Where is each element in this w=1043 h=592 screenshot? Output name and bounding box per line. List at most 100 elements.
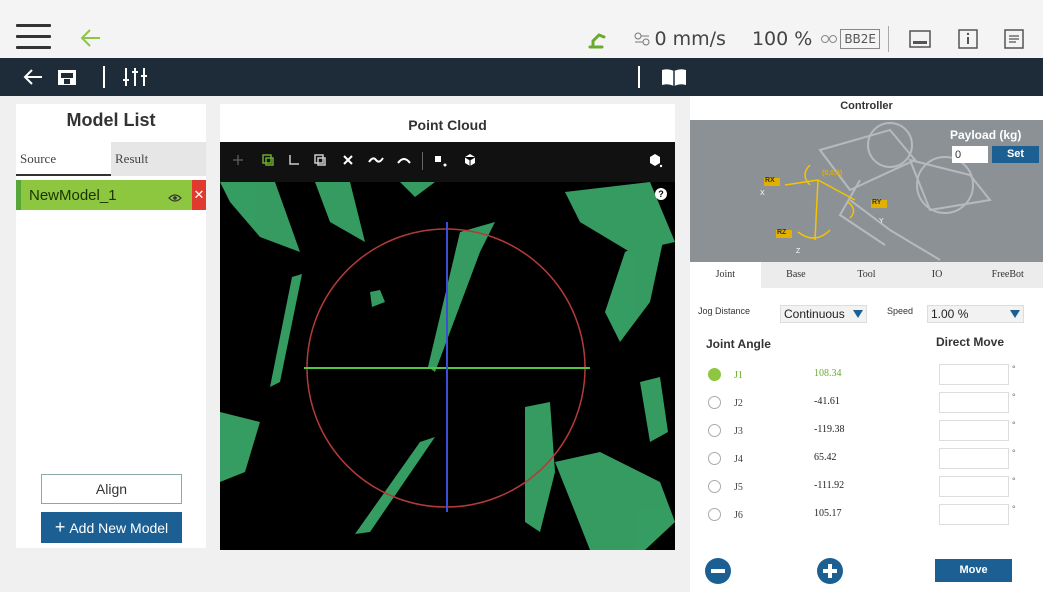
joint-row: J4 65.42 ° <box>690 444 1043 472</box>
cube-icon[interactable] <box>460 150 480 170</box>
controller-id-badge: BB2E <box>840 29 880 49</box>
select-tool-icon[interactable] <box>228 150 248 170</box>
ry-label: RY <box>872 199 882 206</box>
help-icon[interactable]: ? <box>655 188 667 200</box>
tab-tool[interactable]: Tool <box>831 262 902 288</box>
joint-row: J2 -41.61 ° <box>690 388 1043 416</box>
tab-joint[interactable]: Joint <box>690 262 761 288</box>
eye-icon[interactable] <box>168 190 182 202</box>
back-arrow-icon[interactable] <box>78 26 104 50</box>
point-cloud-scene <box>220 182 675 550</box>
joint-radio[interactable] <box>708 368 721 381</box>
joint-radio[interactable] <box>708 396 721 409</box>
view-menu-icon[interactable] <box>645 150 665 170</box>
jog-distance-label: Jog Distance <box>698 306 751 316</box>
add-new-model-label: Add New Model <box>69 519 169 536</box>
set-payload-button[interactable]: Set <box>992 146 1039 163</box>
tab-source[interactable]: Source <box>16 142 111 176</box>
model-list-panel: Model List Source Result NewModel_1 ✕ Al… <box>16 104 206 548</box>
log-icon[interactable] <box>1001 29 1027 49</box>
direct-move-input[interactable] <box>939 476 1009 497</box>
joint-value: -119.38 <box>814 424 845 435</box>
crop-green-icon[interactable] <box>258 150 278 170</box>
joint-value: -111.92 <box>814 480 845 491</box>
link-icon <box>818 33 840 45</box>
crop-icon[interactable] <box>284 150 304 170</box>
plus-icon: + <box>54 517 66 537</box>
smooth-icon[interactable] <box>366 150 386 170</box>
joint-radio[interactable] <box>708 424 721 437</box>
robot-arm-icon <box>583 29 613 49</box>
joint-radio[interactable] <box>708 508 721 521</box>
dropdown-arrow-icon <box>853 310 863 318</box>
direct-move-input[interactable] <box>939 392 1009 413</box>
payload-input[interactable] <box>952 146 988 163</box>
jog-distance-select[interactable]: Continuous <box>780 305 867 323</box>
joint-name: J1 <box>734 370 743 381</box>
joint-radio[interactable] <box>708 452 721 465</box>
speed-label: Speed <box>887 306 914 316</box>
degree-label: ° <box>1012 392 1016 402</box>
direct-move-input[interactable] <box>939 504 1009 525</box>
tab-result[interactable]: Result <box>111 142 206 176</box>
joint-row: J5 -111.92 ° <box>690 472 1043 500</box>
keyboard-icon[interactable] <box>905 30 935 48</box>
copy-icon[interactable] <box>310 150 330 170</box>
y-axis-label: Y <box>879 218 884 225</box>
joint-name: J2 <box>734 398 743 409</box>
joint-name: J4 <box>734 454 743 465</box>
add-new-model-button[interactable]: + Add New Model <box>41 512 182 543</box>
direct-move-input[interactable] <box>939 420 1009 441</box>
info-icon[interactable] <box>955 29 981 49</box>
payload-label: Payload (kg) <box>950 128 1022 142</box>
robot-tcp-view: RX RY RZ X Y Z (0,0,0) Payload (kg) Set <box>690 120 1043 262</box>
tab-base[interactable]: Base <box>761 262 832 288</box>
curve-icon[interactable] <box>394 150 414 170</box>
joint-name: J5 <box>734 482 743 493</box>
rx-label: RX <box>765 177 775 184</box>
top-status-bar: 0 mm/s 100 % BB2E <box>0 0 1043 58</box>
tab-freebot[interactable]: FreeBot <box>972 262 1043 288</box>
joint-angle-heading: Joint Angle <box>706 337 771 351</box>
degree-label: ° <box>1012 476 1016 486</box>
point-size-icon[interactable] <box>430 150 450 170</box>
controller-panel: Controller RX RY RZ X Y Z (0,0,0) Payloa… <box>690 96 1043 592</box>
speed-percentage: 100 % <box>751 28 813 50</box>
joint-radio[interactable] <box>708 480 721 493</box>
point-cloud-viewport[interactable]: ? <box>220 182 675 550</box>
save-project-icon[interactable] <box>54 63 80 91</box>
plus-button[interactable] <box>817 558 843 584</box>
degree-label: ° <box>1012 364 1016 374</box>
speed-icon <box>631 31 655 47</box>
degree-label: ° <box>1012 420 1016 430</box>
delete-points-icon[interactable] <box>338 150 358 170</box>
minus-button[interactable] <box>705 558 731 584</box>
model-tabs: Source Result <box>16 142 206 176</box>
model-list-item[interactable]: NewModel_1 ✕ <box>16 180 206 210</box>
origin-label: (0,0,0) <box>822 170 843 177</box>
joint-value: 105.17 <box>814 508 842 519</box>
dropdown-arrow-icon <box>1010 310 1020 318</box>
book-icon[interactable] <box>658 63 690 91</box>
align-button[interactable]: Align <box>41 474 182 504</box>
back-icon[interactable] <box>20 63 46 91</box>
speed-value: 0 mm/s <box>654 28 726 50</box>
joint-value: 108.34 <box>814 368 842 379</box>
x-axis-label: X <box>760 190 765 197</box>
direct-move-input[interactable] <box>939 448 1009 469</box>
tab-io[interactable]: IO <box>902 262 973 288</box>
point-cloud-panel: Point Cloud ? <box>220 104 675 550</box>
settings-sliders-icon[interactable] <box>118 63 152 91</box>
degree-label: ° <box>1012 448 1016 458</box>
speed-select-value: 1.00 % <box>931 307 969 321</box>
move-button[interactable]: Move <box>935 559 1012 582</box>
controller-tabs: Joint Base Tool IO FreeBot <box>690 262 1043 288</box>
direct-move-heading: Direct Move <box>936 335 1005 349</box>
joint-name: J6 <box>734 510 743 521</box>
delete-model-icon[interactable]: ✕ <box>192 180 206 210</box>
menu-icon[interactable] <box>16 24 51 50</box>
speed-select[interactable]: 1.00 % <box>927 305 1024 323</box>
joint-row: J3 -119.38 ° <box>690 416 1043 444</box>
degree-label: ° <box>1012 504 1016 514</box>
direct-move-input[interactable] <box>939 364 1009 385</box>
